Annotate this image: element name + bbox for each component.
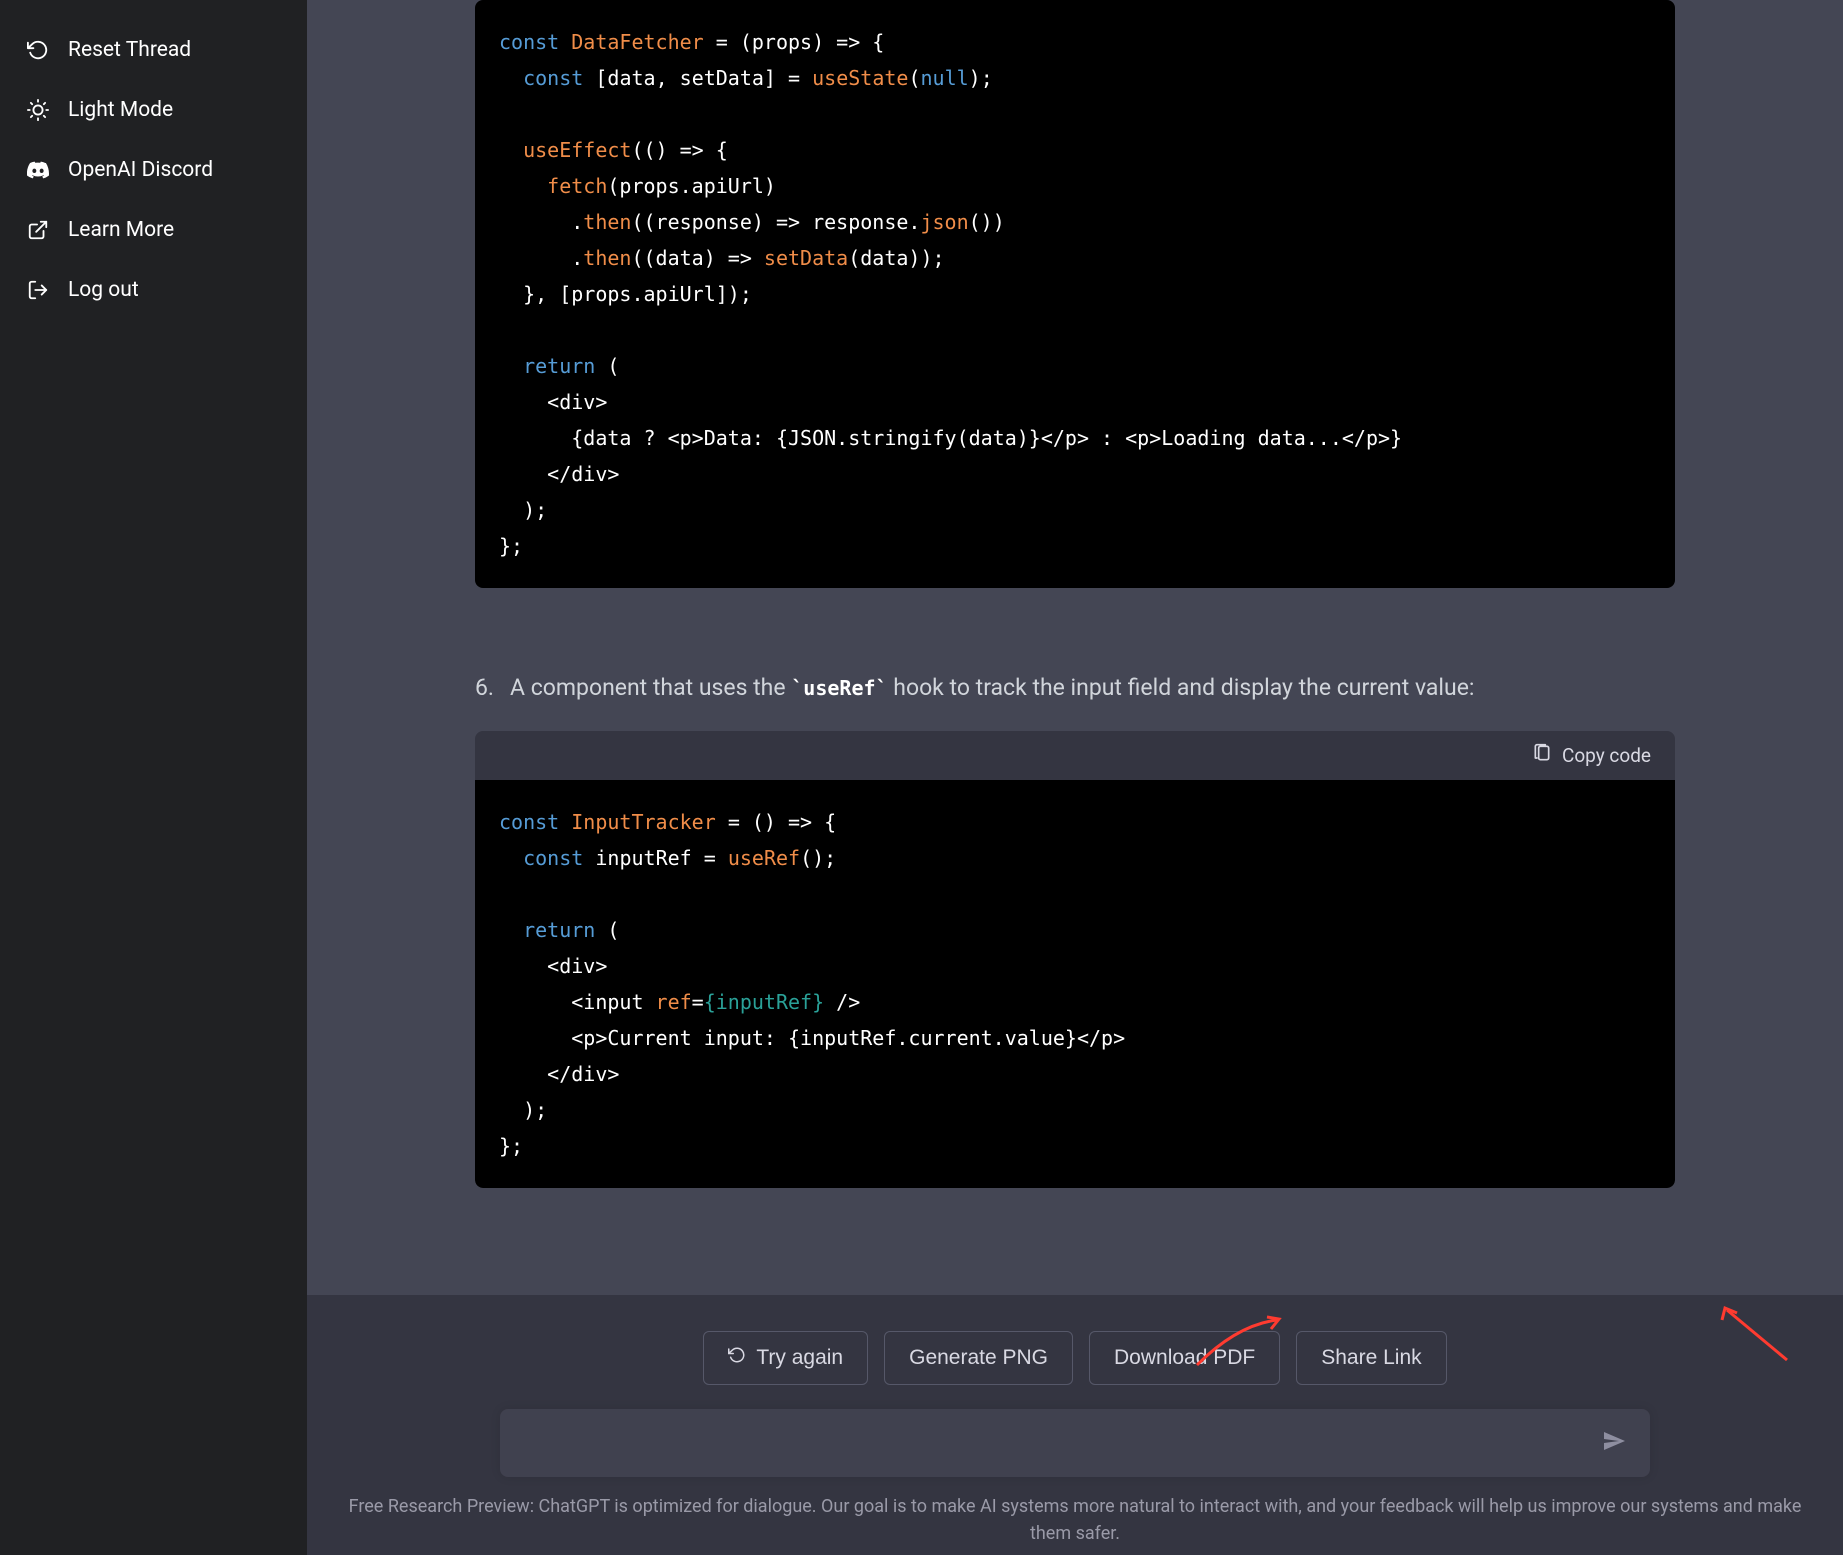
sidebar: Reset Thread Light Mode OpenAI Discord L… <box>0 0 307 1555</box>
message-input-box[interactable] <box>500 1409 1650 1477</box>
external-link-icon <box>26 218 50 242</box>
footer: Try again Generate PNG Download PDF Shar… <box>307 1295 1843 1555</box>
sidebar-item-label: Reset Thread <box>68 38 191 62</box>
refresh-icon <box>26 38 50 62</box>
discord-icon <box>26 158 50 182</box>
sidebar-item-discord[interactable]: OpenAI Discord <box>12 140 295 200</box>
sidebar-item-label: Log out <box>68 278 139 302</box>
download-pdf-button[interactable]: Download PDF <box>1089 1331 1280 1385</box>
send-icon[interactable] <box>1602 1429 1626 1457</box>
code-block-2: const InputTracker = () => { const input… <box>475 780 1675 1188</box>
code-block-2-wrapper: Copy code const InputTracker = () => { c… <box>475 731 1675 1188</box>
sidebar-item-label: Light Mode <box>68 98 173 122</box>
message-input[interactable] <box>524 1432 1602 1455</box>
sun-icon <box>26 98 50 122</box>
action-button-row: Try again Generate PNG Download PDF Shar… <box>307 1331 1843 1385</box>
sidebar-item-light-mode[interactable]: Light Mode <box>12 80 295 140</box>
list-item-6: 6. A component that uses the `useRef` ho… <box>475 668 1675 707</box>
main-area: const DataFetcher = (props) => { const [… <box>307 0 1843 1555</box>
list-number: 6. <box>475 668 494 707</box>
generate-png-button[interactable]: Generate PNG <box>884 1331 1073 1385</box>
sidebar-item-label: OpenAI Discord <box>68 158 213 182</box>
copy-code-label: Copy code <box>1562 744 1651 767</box>
logout-icon <box>26 278 50 302</box>
chat-content: const DataFetcher = (props) => { const [… <box>307 0 1843 1295</box>
disclaimer-text: Free Research Preview: ChatGPT is optimi… <box>307 1477 1843 1547</box>
copy-code-button[interactable]: Copy code <box>475 731 1675 780</box>
refresh-icon <box>728 1346 746 1370</box>
clipboard-icon <box>1532 743 1552 768</box>
try-again-button[interactable]: Try again <box>703 1331 868 1385</box>
share-link-button[interactable]: Share Link <box>1296 1331 1446 1385</box>
sidebar-item-learn-more[interactable]: Learn More <box>12 200 295 260</box>
list-text: A component that uses the `useRef` hook … <box>510 668 1474 707</box>
code-block-1: const DataFetcher = (props) => { const [… <box>475 0 1675 588</box>
sidebar-item-reset-thread[interactable]: Reset Thread <box>12 20 295 80</box>
sidebar-item-logout[interactable]: Log out <box>12 260 295 320</box>
inline-code-useref: `useRef` <box>791 676 887 700</box>
code-block-1-wrapper: const DataFetcher = (props) => { const [… <box>475 0 1675 628</box>
sidebar-item-label: Learn More <box>68 218 174 242</box>
